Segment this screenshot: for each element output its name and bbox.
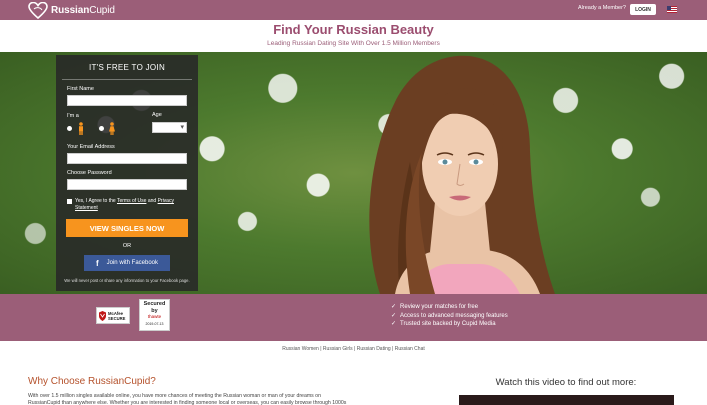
agree-checkbox[interactable]: [67, 199, 72, 204]
facebook-note: We will never post or share any informat…: [64, 278, 190, 283]
login-button[interactable]: LOGIN: [630, 4, 656, 15]
view-singles-button[interactable]: VIEW SINGLES NOW: [66, 219, 188, 237]
link-russian-girls[interactable]: Russian Girls: [323, 346, 353, 352]
join-panel: IT'S FREE TO JOIN First Name I'm a Age Y…: [56, 55, 198, 291]
age-label: Age: [152, 112, 162, 118]
top-bar: RussianCupid Already a Member? LOGIN: [0, 0, 707, 20]
video-player[interactable]: [459, 395, 674, 405]
age-select[interactable]: [152, 122, 187, 133]
us-flag-icon[interactable]: [667, 6, 677, 13]
link-russian-chat[interactable]: Russian Chat: [395, 346, 425, 352]
email-label: Your Email Address: [67, 144, 115, 150]
woman-photo: [369, 55, 555, 294]
logo[interactable]: RussianCupid: [28, 1, 115, 19]
feature-item: Trusted site backed by Cupid Media: [391, 320, 508, 329]
link-russian-dating[interactable]: Russian Dating: [357, 346, 391, 352]
facebook-icon: f: [95, 258, 99, 268]
secured-text: Secured: [143, 301, 166, 307]
thawte-text: thawte: [147, 314, 162, 319]
female-radio[interactable]: [99, 126, 104, 131]
logo-text: RussianCupid: [51, 4, 115, 16]
facebook-label: Join with Facebook: [106, 260, 159, 266]
male-icon: [79, 122, 83, 135]
mcafee-shield-icon: [99, 310, 106, 321]
mcafee-badge[interactable]: McAfee SECURE: [96, 307, 130, 324]
im-a-label: I'm a: [67, 113, 79, 119]
feature-item: Review your matches for free: [391, 303, 508, 312]
features-list: Review your matches for free Access to a…: [391, 303, 508, 329]
heart-logo-icon: [28, 1, 48, 19]
video-title: Watch this video to find out more:: [495, 377, 637, 388]
footer-links: Russian Women | Russian Girls | Russian …: [282, 346, 425, 352]
or-divider: OR: [122, 243, 132, 249]
secured-date: 2019-07-13: [145, 322, 164, 326]
link-russian-women[interactable]: Russian Women: [282, 346, 319, 352]
join-divider: [62, 79, 192, 80]
mcafee-text: McAfee SECURE: [108, 310, 126, 321]
page-subtitle: Leading Russian Dating Site With Over 1.…: [267, 40, 440, 47]
thawte-badge[interactable]: Secured by thawte 2019-07-13: [139, 299, 170, 331]
facebook-join-button[interactable]: f Join with Facebook: [84, 255, 170, 271]
female-icon: [109, 122, 115, 135]
why-title: Why Choose RussianCupid?: [28, 376, 156, 387]
terms-link[interactable]: Terms of Use: [117, 198, 146, 204]
password-input[interactable]: [67, 179, 187, 190]
password-label: Choose Password: [67, 170, 112, 176]
email-input[interactable]: [67, 153, 187, 164]
page-title: Find Your Russian Beauty: [273, 22, 434, 37]
why-text: With over 1.5 million singles available …: [28, 393, 347, 405]
feature-item: Access to advanced messaging features: [391, 312, 508, 321]
agree-text: Yes, I Agree to the Terms of Use and Pri…: [75, 198, 174, 211]
first-name-input[interactable]: [67, 95, 187, 106]
join-title: IT'S FREE TO JOIN: [88, 63, 166, 72]
male-radio[interactable]: [67, 126, 72, 131]
already-member-text: Already a Member?: [578, 5, 626, 11]
first-name-label: First Name: [67, 86, 94, 92]
